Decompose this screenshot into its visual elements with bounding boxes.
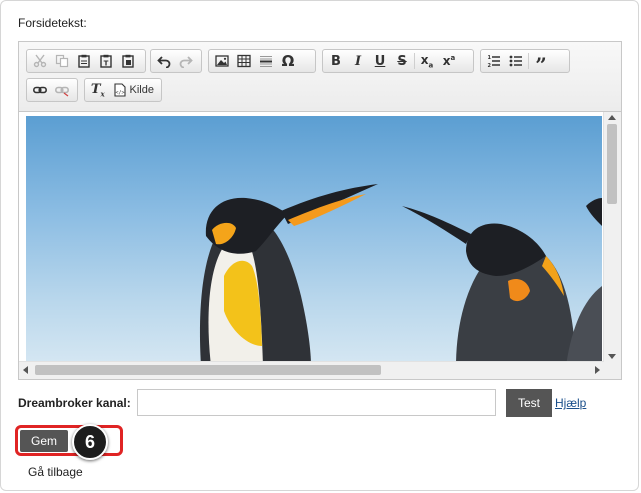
source-button-label: Kilde (129, 84, 154, 96)
remove-format-button[interactable]: Tx (87, 80, 109, 100)
vertical-scroll-thumb[interactable] (607, 124, 617, 204)
table-icon (237, 54, 251, 68)
step-number-badge: 6 (72, 424, 108, 460)
toolbar-group-clipboard: T (26, 49, 146, 73)
undo-button[interactable] (153, 51, 175, 71)
numbered-list-icon: 12 (488, 55, 500, 68)
paste-text-icon: T (100, 54, 112, 68)
toolbar-group-basicstyles: B I U S xa xa (322, 49, 474, 73)
insert-table-button[interactable] (233, 51, 255, 71)
paste-text-button[interactable]: T (95, 51, 117, 71)
horizontal-rule-icon (260, 56, 272, 67)
editor-toolbar: T Ω B I U S xa xa 1 2 ” Tx </> Kilde (19, 42, 621, 112)
blockquote-button[interactable]: ” (530, 51, 552, 77)
toolbar-separator (414, 53, 415, 69)
cut-button[interactable] (29, 51, 51, 71)
italic-button[interactable]: I (347, 51, 369, 71)
link-button[interactable] (29, 80, 51, 100)
toolbar-group-paragraph: 12 ” (480, 49, 570, 77)
source-code-icon: </> (113, 83, 126, 97)
help-link[interactable]: Hjælp (555, 396, 586, 410)
penguin-photo (26, 116, 602, 362)
subscript-icon: xa (420, 52, 434, 70)
image-icon (215, 55, 229, 67)
omega-icon: Ω (281, 52, 295, 70)
toolbar-separator (528, 53, 529, 69)
copy-icon (55, 54, 69, 68)
redo-icon (179, 56, 193, 68)
scrollbar-corner (604, 362, 621, 379)
scroll-left-arrow-icon[interactable] (23, 366, 28, 374)
scroll-right-arrow-icon[interactable] (595, 366, 600, 374)
toolbar-group-insert: Ω (208, 49, 316, 73)
horizontal-scrollbar[interactable] (19, 361, 604, 379)
subscript-button[interactable]: xa (416, 51, 438, 71)
clipboard-icon (78, 54, 90, 68)
svg-text:</>: </> (115, 90, 124, 96)
svg-text:T: T (104, 60, 109, 68)
horizontal-line-button[interactable] (255, 51, 277, 71)
scroll-up-arrow-icon[interactable] (608, 115, 616, 120)
strikethrough-icon: S (397, 53, 407, 69)
copy-button[interactable] (51, 51, 73, 71)
dreambroker-channel-input[interactable] (137, 389, 496, 416)
redo-button[interactable] (175, 51, 197, 71)
rich-text-editor: T Ω B I U S xa xa 1 2 ” Tx </> Kilde (18, 41, 622, 380)
paste-button[interactable] (73, 51, 95, 71)
quote-icon: ” (535, 53, 547, 77)
bulleted-list-button[interactable] (505, 51, 527, 71)
numbered-list-button[interactable]: 12 (483, 51, 505, 71)
penguins-image (199, 184, 602, 362)
strikethrough-button[interactable]: S (391, 51, 413, 71)
save-button[interactable]: Gem (20, 430, 68, 452)
bold-icon: B (331, 53, 341, 69)
vertical-scrollbar[interactable] (603, 112, 621, 362)
editor-content-area[interactable] (19, 112, 621, 379)
link-icon (33, 86, 47, 94)
source-button[interactable]: </> Kilde (109, 80, 159, 100)
toolbar-group-links (26, 78, 78, 102)
test-button[interactable]: Test (506, 389, 552, 417)
paste-word-button[interactable] (117, 51, 139, 71)
dreambroker-channel-label: Dreambroker kanal: (18, 396, 131, 410)
toolbar-group-tools: Tx </> Kilde (84, 78, 162, 102)
scissors-icon (33, 54, 47, 68)
bold-button[interactable]: B (325, 51, 347, 71)
paste-word-icon (122, 54, 134, 68)
unlink-button[interactable] (51, 80, 73, 100)
unlink-icon (55, 86, 69, 97)
svg-text:2: 2 (488, 63, 492, 68)
frontpage-text-label: Forsidetekst: (18, 16, 87, 30)
superscript-button[interactable]: xa (438, 51, 460, 71)
go-back-link[interactable]: Gå tilbage (28, 465, 83, 479)
scroll-down-arrow-icon[interactable] (608, 354, 616, 359)
remove-format-icon: Tx (90, 81, 105, 99)
superscript-icon: xa (442, 54, 456, 68)
underline-button[interactable]: U (369, 51, 391, 71)
svg-text:1: 1 (488, 55, 492, 61)
italic-icon: I (354, 53, 362, 69)
special-char-button[interactable]: Ω (277, 51, 299, 71)
undo-icon (157, 56, 171, 68)
underline-icon: U (374, 53, 386, 69)
horizontal-scroll-thumb[interactable] (35, 365, 381, 375)
toolbar-group-history (150, 49, 202, 73)
bulleted-list-icon (509, 55, 522, 67)
insert-image-button[interactable] (211, 51, 233, 71)
